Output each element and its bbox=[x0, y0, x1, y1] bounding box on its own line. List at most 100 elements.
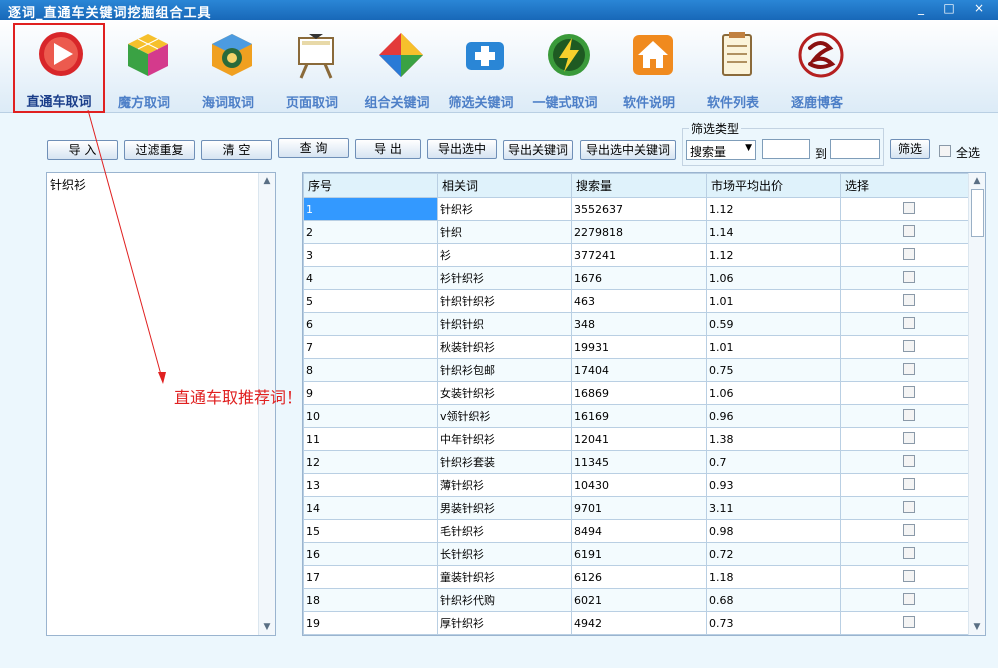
row-select bbox=[840, 335, 975, 359]
row-checkbox[interactable] bbox=[902, 431, 915, 444]
row-checkbox[interactable] bbox=[902, 500, 915, 513]
row-avg-bid: 1.18 bbox=[706, 565, 841, 589]
toolbar-label: 逐鹿博客 bbox=[790, 96, 843, 111]
row-checkbox[interactable] bbox=[902, 293, 915, 306]
row-search-volume: 19931 bbox=[571, 335, 707, 359]
dedupe-button[interactable]: 过滤重复 bbox=[124, 140, 195, 160]
filter-min-input[interactable] bbox=[762, 139, 810, 159]
scroll-thumb[interactable] bbox=[971, 189, 984, 237]
row-checkbox[interactable] bbox=[902, 270, 915, 283]
filter-max-input[interactable] bbox=[830, 139, 880, 159]
table-row[interactable]: 17 童装针织衫 6126 1.18 bbox=[303, 565, 975, 589]
table-scrollbar[interactable]: ▲ ▼ bbox=[968, 173, 985, 635]
table-row[interactable]: 4 衫针织衫 1676 1.06 bbox=[303, 266, 975, 290]
row-checkbox[interactable] bbox=[902, 339, 915, 352]
row-index: 10 bbox=[303, 404, 438, 428]
window-title: 逐词_直通车关键词挖掘组合工具 bbox=[8, 6, 212, 21]
clear-button[interactable]: 清 空 bbox=[201, 140, 272, 160]
lightning-icon bbox=[548, 34, 590, 76]
row-keyword: 针织针织 bbox=[437, 312, 572, 336]
table-row[interactable]: 6 针织针织 348 0.59 bbox=[303, 312, 975, 336]
row-checkbox[interactable] bbox=[902, 362, 915, 375]
row-checkbox[interactable] bbox=[902, 592, 915, 605]
toolbar-blog[interactable]: 逐鹿博客 bbox=[775, 26, 859, 111]
row-checkbox[interactable] bbox=[902, 523, 915, 536]
table-row[interactable]: 9 女装针织衫 16869 1.06 bbox=[303, 381, 975, 405]
row-checkbox[interactable] bbox=[902, 385, 915, 398]
row-checkbox[interactable] bbox=[902, 477, 915, 490]
table-row[interactable]: 3 衫 377241 1.12 bbox=[303, 243, 975, 267]
scroll-up-icon[interactable]: ▲ bbox=[259, 173, 275, 189]
col-keyword[interactable]: 相关词 bbox=[437, 173, 572, 198]
filter-button[interactable]: 筛选 bbox=[890, 139, 930, 159]
scroll-up-icon[interactable]: ▲ bbox=[969, 173, 985, 189]
row-checkbox[interactable] bbox=[902, 454, 915, 467]
table-row[interactable]: 12 针织衫套装 11345 0.7 bbox=[303, 450, 975, 474]
col-avg-bid[interactable]: 市场平均出价 bbox=[706, 173, 841, 198]
table-row[interactable]: 10 v领针织衫 16169 0.96 bbox=[303, 404, 975, 428]
table-row[interactable]: 18 针织衫代购 6021 0.68 bbox=[303, 588, 975, 612]
table-row[interactable]: 1 针织衫 3552637 1.12 bbox=[303, 197, 975, 221]
table-row[interactable]: 14 男装针织衫 9701 3.11 bbox=[303, 496, 975, 520]
toolbar-page-keywords[interactable]: 页面取词 bbox=[270, 26, 354, 111]
row-checkbox[interactable] bbox=[902, 224, 915, 237]
filter-type-select[interactable]: 搜索量 ▼ bbox=[686, 140, 756, 160]
minimize-button[interactable]: _ bbox=[908, 0, 934, 18]
row-search-volume: 4942 bbox=[571, 611, 707, 635]
row-index: 12 bbox=[303, 450, 438, 474]
col-select[interactable]: 选择 bbox=[840, 173, 975, 198]
row-select bbox=[840, 312, 975, 336]
query-button[interactable]: 查 询 bbox=[278, 138, 349, 158]
table-row[interactable]: 8 针织衫包邮 17404 0.75 bbox=[303, 358, 975, 382]
row-checkbox[interactable] bbox=[902, 247, 915, 260]
select-all-checkbox[interactable] bbox=[939, 145, 951, 157]
row-checkbox[interactable] bbox=[902, 316, 915, 329]
row-keyword: 厚针织衫 bbox=[437, 611, 572, 635]
row-index: 8 bbox=[303, 358, 438, 382]
row-avg-bid: 1.12 bbox=[706, 243, 841, 267]
scroll-down-icon[interactable]: ▼ bbox=[969, 619, 985, 635]
toolbar-filter-keywords[interactable]: 筛选关键词 bbox=[439, 26, 523, 111]
table-row[interactable]: 15 毛针织衫 8494 0.98 bbox=[303, 519, 975, 543]
row-search-volume: 8494 bbox=[571, 519, 707, 543]
export-keywords-button[interactable]: 导出关键词 bbox=[503, 140, 573, 160]
table-row[interactable]: 19 厚针织衫 4942 0.73 bbox=[303, 611, 975, 635]
table-body: 1 针织衫 3552637 1.12 2 针织 2279818 1.14 3 衫 377241 1.1… bbox=[303, 197, 975, 635]
row-checkbox[interactable] bbox=[902, 201, 915, 214]
table-row[interactable]: 13 薄针织衫 10430 0.93 bbox=[303, 473, 975, 497]
table-row[interactable]: 11 中年针织衫 12041 1.38 bbox=[303, 427, 975, 451]
col-search-volume[interactable]: 搜索量 bbox=[571, 173, 707, 198]
row-select bbox=[840, 358, 975, 382]
row-checkbox[interactable] bbox=[902, 408, 915, 421]
export-selected-keywords-button[interactable]: 导出选中关键词 bbox=[580, 140, 676, 160]
row-checkbox[interactable] bbox=[902, 569, 915, 582]
export-selected-button[interactable]: 导出选中 bbox=[427, 139, 497, 159]
row-select bbox=[840, 266, 975, 290]
toolbar-sea-keywords[interactable]: 海词取词 bbox=[186, 26, 270, 111]
toolbar-cube-keywords[interactable]: 魔方取词 bbox=[102, 26, 186, 111]
toolbar-oneclick-keywords[interactable]: 一键式取词 bbox=[523, 26, 607, 111]
row-select bbox=[840, 565, 975, 589]
table-row[interactable]: 7 秋装针织衫 19931 1.01 bbox=[303, 335, 975, 359]
col-index[interactable]: 序号 bbox=[303, 173, 438, 198]
import-button[interactable]: 导 入 bbox=[47, 140, 118, 160]
table-row[interactable]: 5 针织针织衫 463 1.01 bbox=[303, 289, 975, 313]
close-button[interactable]: × bbox=[966, 0, 992, 18]
row-keyword: 针织 bbox=[437, 220, 572, 244]
row-index: 17 bbox=[303, 565, 438, 589]
row-checkbox[interactable] bbox=[902, 546, 915, 559]
maximize-button[interactable]: □ bbox=[936, 0, 962, 18]
row-search-volume: 3552637 bbox=[571, 197, 707, 221]
medical-cross-icon bbox=[466, 42, 504, 70]
toolbar-software-help[interactable]: 软件说明 bbox=[607, 26, 691, 111]
row-checkbox[interactable] bbox=[902, 615, 915, 628]
row-search-volume: 6191 bbox=[571, 542, 707, 566]
scroll-down-icon[interactable]: ▼ bbox=[259, 619, 275, 635]
table-row[interactable]: 2 针织 2279818 1.14 bbox=[303, 220, 975, 244]
row-index: 6 bbox=[303, 312, 438, 336]
toolbar-ztc-keywords[interactable]: 直通车取词 bbox=[13, 23, 105, 113]
table-row[interactable]: 16 长针织衫 6191 0.72 bbox=[303, 542, 975, 566]
export-button[interactable]: 导 出 bbox=[355, 139, 421, 159]
toolbar-software-list[interactable]: 软件列表 bbox=[691, 26, 775, 111]
toolbar-combine-keywords[interactable]: 组合关键词 bbox=[355, 26, 439, 111]
